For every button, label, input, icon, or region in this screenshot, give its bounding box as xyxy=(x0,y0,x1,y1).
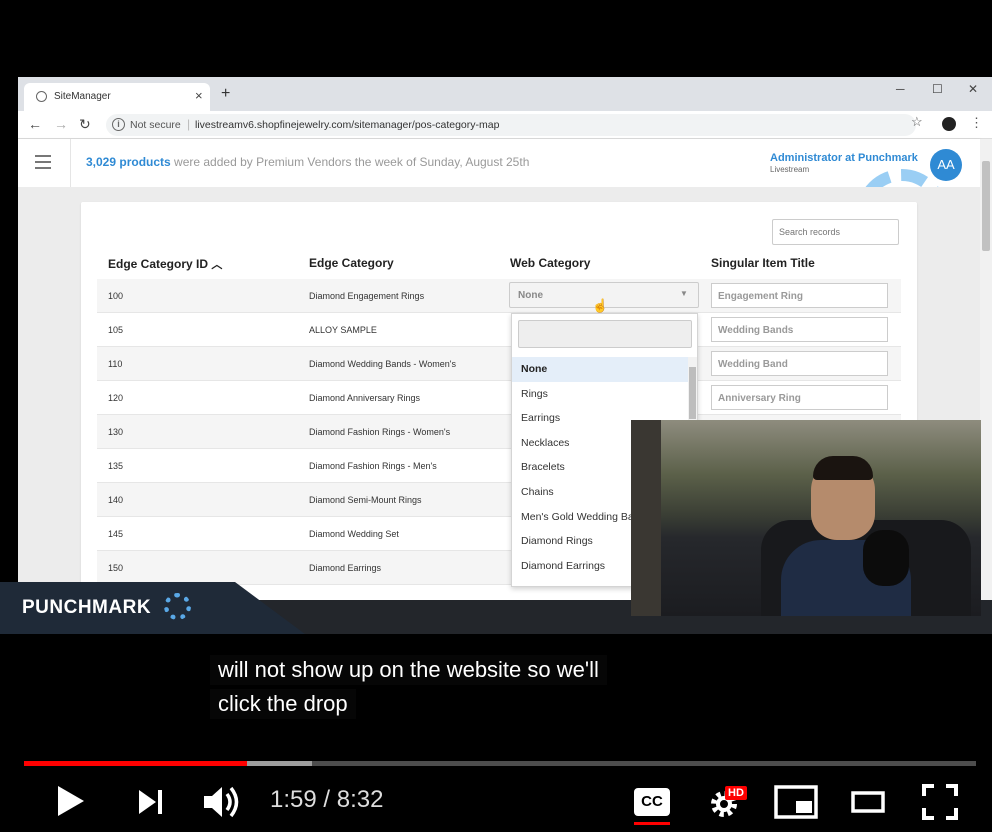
info-icon[interactable]: i xyxy=(112,118,125,131)
notice-text: were added by Premium Vendors the week o… xyxy=(170,155,530,169)
address-bar[interactable]: i Not secure | livestreamv6.shopfinejewe… xyxy=(106,114,916,136)
dropdown-search-input[interactable] xyxy=(518,320,692,348)
play-icon[interactable] xyxy=(56,784,86,818)
page-scrollbar-thumb[interactable] xyxy=(982,161,990,251)
table-row: 100 Diamond Engagement Rings None ▼ Enga… xyxy=(97,279,901,313)
miniplayer-icon[interactable] xyxy=(774,785,818,819)
cell-id: 100 xyxy=(108,291,124,301)
cell-category: Diamond Wedding Set xyxy=(309,529,399,539)
table-row: 120 Diamond Anniversary Rings Anniversar… xyxy=(97,381,901,415)
cell-category: Diamond Wedding Bands - Women's xyxy=(309,359,456,369)
input-value: Wedding Band xyxy=(718,359,788,370)
cell-id: 110 xyxy=(108,359,123,369)
sitemanager-favicon-icon xyxy=(36,91,47,102)
table-row: 110 Diamond Wedding Bands - Women's Wedd… xyxy=(97,347,901,381)
back-icon[interactable]: ← xyxy=(28,116,42,132)
maximize-icon[interactable]: ☐ xyxy=(932,82,943,96)
extension-icon[interactable] xyxy=(942,117,956,131)
header-edge-category[interactable]: Edge Category xyxy=(309,256,394,270)
captions-active-indicator xyxy=(634,822,670,825)
input-value: Wedding Bands xyxy=(718,325,794,336)
header-singular-item-title[interactable]: Singular Item Title xyxy=(711,256,815,270)
hamburger-menu-icon[interactable] xyxy=(35,155,51,173)
option-rings[interactable]: Rings xyxy=(512,382,688,407)
cell-id: 105 xyxy=(108,325,124,335)
theater-mode-icon[interactable] xyxy=(851,791,885,813)
fullscreen-icon[interactable] xyxy=(922,784,958,820)
tab-title: SiteManager xyxy=(54,91,111,102)
singular-title-input[interactable]: Wedding Bands xyxy=(711,317,888,342)
header-divider xyxy=(70,139,71,187)
punchmark-logo-icon xyxy=(164,593,191,620)
cell-category: ALLOY SAMPLE xyxy=(309,325,377,335)
tab-sitemanager[interactable]: SiteManager × xyxy=(24,83,210,111)
singular-title-input[interactable]: Anniversary Ring xyxy=(711,385,888,410)
cell-id: 130 xyxy=(108,427,124,437)
browser-menu-icon[interactable]: ⋮ xyxy=(970,115,983,131)
cell-category: Diamond Anniversary Rings xyxy=(309,393,421,403)
microphone-icon xyxy=(863,530,909,586)
url-text[interactable]: livestreamv6.shopfinejewelry.com/siteman… xyxy=(195,119,499,131)
tab-close-icon[interactable]: × xyxy=(195,88,203,103)
input-value: Engagement Ring xyxy=(718,291,804,302)
url-separator: | xyxy=(187,117,191,131)
search-records-input[interactable] xyxy=(772,219,899,245)
select-value: None xyxy=(518,290,543,301)
bookmark-star-icon[interactable]: ☆ xyxy=(911,114,923,130)
hd-badge: HD xyxy=(725,786,747,800)
close-window-icon[interactable]: ✕ xyxy=(968,82,978,96)
admin-name[interactable]: Administrator at Punchmark xyxy=(770,152,918,164)
singular-title-input[interactable]: Engagement Ring xyxy=(711,283,888,308)
webcam-wall xyxy=(631,420,661,616)
cell-category: Diamond Semi-Mount Rings xyxy=(309,495,422,505)
time-display: 1:59 / 8:32 xyxy=(270,786,384,813)
progress-played[interactable] xyxy=(24,761,247,766)
reload-icon[interactable]: ↻ xyxy=(79,116,91,133)
webcam-overlay xyxy=(631,420,981,616)
volume-icon[interactable] xyxy=(203,784,243,820)
hand-cursor-icon: ☝ xyxy=(592,298,609,313)
cell-id: 135 xyxy=(108,461,124,471)
cell-category: Diamond Engagement Rings xyxy=(309,291,425,301)
progress-bar[interactable] xyxy=(24,761,976,766)
sort-ascending-icon[interactable]: ︿ xyxy=(211,259,222,271)
not-secure-label[interactable]: Not secure xyxy=(130,119,181,131)
tab-strip: SiteManager × + ─ ☐ ✕ xyxy=(18,77,992,111)
cell-id: 120 xyxy=(108,393,124,403)
header-edge-category-id[interactable]: Edge Category ID ︿ xyxy=(108,256,222,272)
minimize-icon[interactable]: ─ xyxy=(896,82,905,96)
captions-button[interactable]: CC xyxy=(634,788,670,816)
cell-id: 140 xyxy=(108,495,124,505)
cell-category: Diamond Earrings xyxy=(309,563,382,573)
singular-title-input[interactable]: Wedding Band xyxy=(711,351,888,376)
product-count[interactable]: 3,029 products xyxy=(86,155,171,169)
next-icon[interactable] xyxy=(138,789,164,815)
punchmark-wordmark: PUNCHMARK xyxy=(22,597,152,618)
caption-line-2: click the drop xyxy=(210,689,356,719)
header-label: Edge Category ID xyxy=(108,257,209,271)
webcam-presenter-hair xyxy=(813,456,873,480)
option-none[interactable]: None xyxy=(512,357,688,382)
cell-id: 150 xyxy=(108,563,124,573)
vendor-notice: 3,029 products were added by Premium Ven… xyxy=(86,155,529,169)
cell-category: Diamond Fashion Rings - Women's xyxy=(309,427,451,437)
table-row: 105 ALLOY SAMPLE Wedding Bands xyxy=(97,313,901,347)
header-web-category[interactable]: Web Category xyxy=(510,256,590,270)
captions: will not show up on the website so we'll… xyxy=(210,655,607,723)
new-tab-button[interactable]: + xyxy=(221,85,230,103)
app-header: 3,029 products were added by Premium Ven… xyxy=(18,139,980,261)
forward-icon[interactable]: → xyxy=(54,116,68,132)
cell-id: 145 xyxy=(108,529,124,539)
page-scrollbar[interactable] xyxy=(980,139,992,600)
input-value: Anniversary Ring xyxy=(718,393,801,404)
avatar[interactable]: AA xyxy=(930,149,962,181)
caret-down-icon: ▼ xyxy=(680,289,688,298)
admin-subtitle: Livestream xyxy=(770,165,810,174)
caption-line-1: will not show up on the website so we'll xyxy=(210,655,607,685)
dropdown-scrollbar-thumb[interactable] xyxy=(689,367,696,419)
cell-category: Diamond Fashion Rings - Men's xyxy=(309,461,437,471)
browser-toolbar: ← → ↻ i Not secure | livestreamv6.shopfi… xyxy=(18,111,992,139)
